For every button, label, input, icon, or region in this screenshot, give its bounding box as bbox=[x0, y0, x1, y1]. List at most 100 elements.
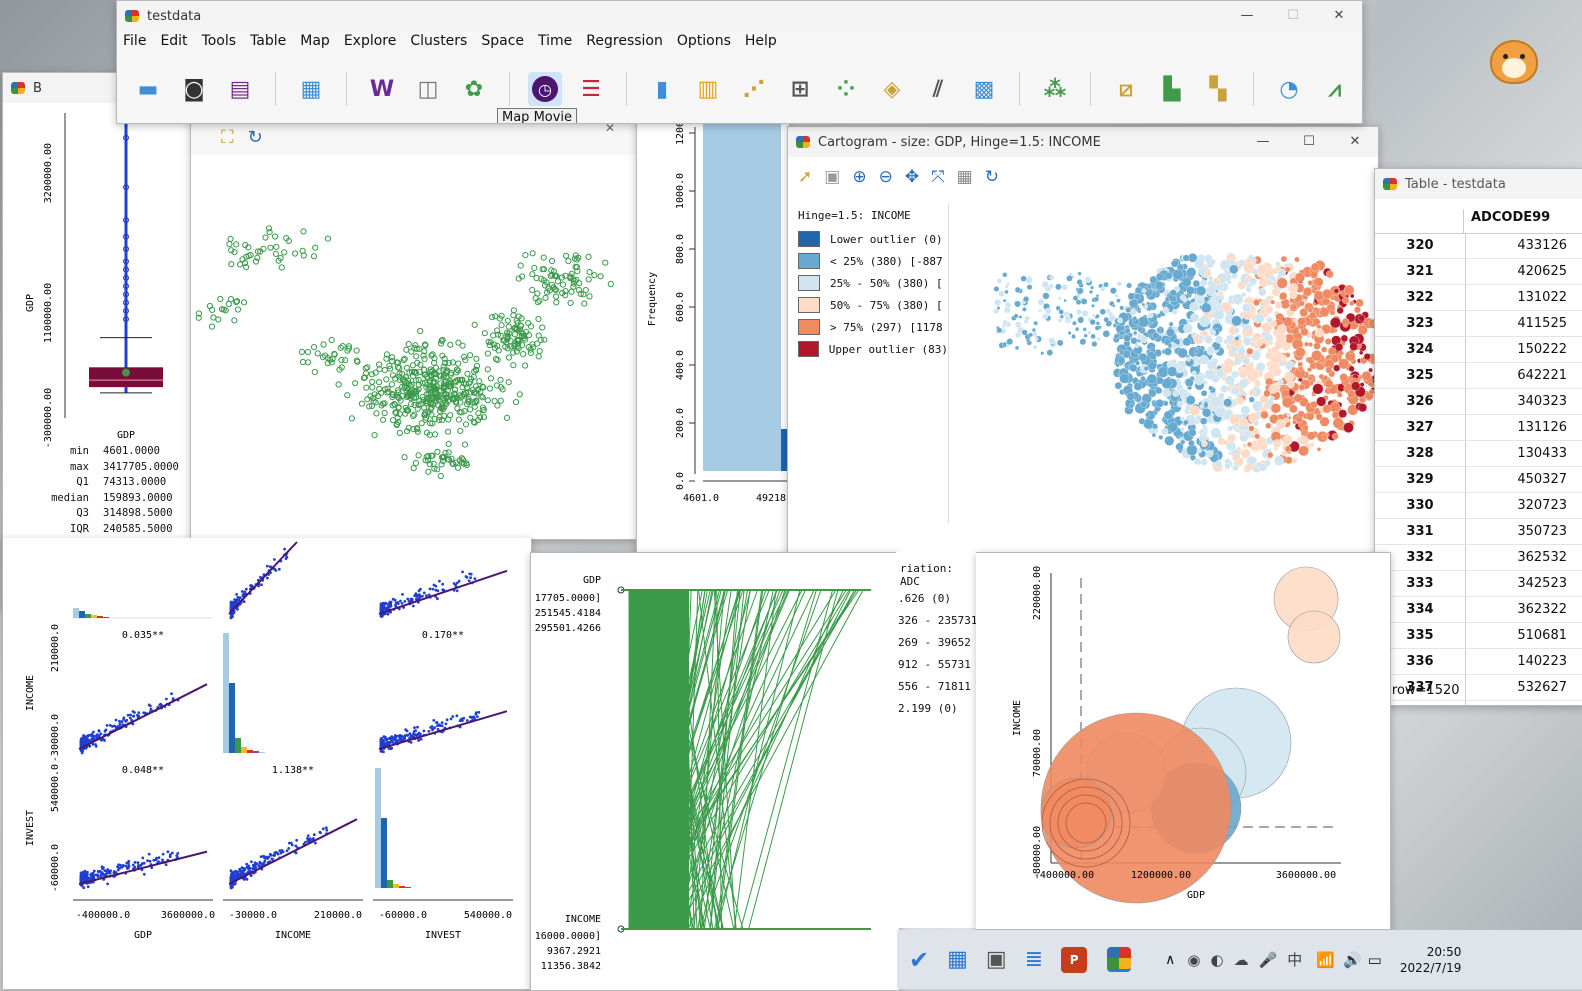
table-cell[interactable]: 642221 bbox=[1466, 363, 1582, 389]
table-row[interactable]: 320433126 bbox=[1375, 233, 1582, 259]
bubble-chart[interactable]: 220000.0070000.00-80000.00INCOME-400000.… bbox=[976, 553, 1390, 929]
menu-table[interactable]: Table bbox=[243, 33, 293, 57]
open-project-icon[interactable]: ▬ bbox=[131, 72, 165, 106]
zoom-out-icon[interactable]: ⊖ bbox=[879, 167, 893, 187]
table-cell[interactable]: 420625 bbox=[1466, 259, 1582, 285]
row-number[interactable]: 320 bbox=[1375, 233, 1466, 259]
table-row[interactable]: 335510681 bbox=[1375, 623, 1582, 649]
parallel-coordinate-plot[interactable]: GDP17705.0000]251545.4184295501.4266INCO… bbox=[531, 553, 899, 990]
wifi-icon[interactable]: 📶 bbox=[1316, 951, 1335, 969]
menu-file[interactable]: File bbox=[117, 33, 153, 57]
table-row[interactable]: 326340323 bbox=[1375, 389, 1582, 415]
table-row[interactable]: 322131022 bbox=[1375, 285, 1582, 311]
table-cell[interactable]: 362532 bbox=[1466, 545, 1582, 571]
menu-options[interactable]: Options bbox=[670, 33, 738, 57]
tray-icons[interactable]: ◉◐☁🎤中 bbox=[1187, 949, 1312, 970]
close-button[interactable]: ✕ bbox=[1316, 1, 1362, 31]
menu-help[interactable]: Help bbox=[738, 33, 784, 57]
close-project-icon[interactable]: ◙ bbox=[177, 72, 211, 106]
close-button[interactable]: ✕ bbox=[1332, 127, 1378, 157]
table-row[interactable]: 331350723 bbox=[1375, 519, 1582, 545]
cartogram-titlebar[interactable]: Cartogram - size: GDP, Hinge=1.5: INCOME… bbox=[788, 127, 1378, 157]
legend-item[interactable]: 25% - 50% (380) [ bbox=[790, 272, 948, 294]
table-row[interactable]: 321420625 bbox=[1375, 259, 1582, 285]
table-cell[interactable]: 130433 bbox=[1466, 441, 1582, 467]
table-cell[interactable]: 342523 bbox=[1466, 571, 1582, 597]
table-cell[interactable]: 510681 bbox=[1466, 623, 1582, 649]
table-cell[interactable]: 140223 bbox=[1466, 649, 1582, 675]
themes-icon[interactable]: ✿ bbox=[457, 72, 491, 106]
menu-map[interactable]: Map bbox=[293, 33, 337, 57]
legend-item[interactable]: Lower outlier (0) bbox=[790, 228, 948, 250]
refresh-icon[interactable]: ↻ bbox=[985, 167, 999, 187]
map-movie-icon[interactable]: ◷ bbox=[528, 72, 562, 106]
table-cell[interactable]: 150222 bbox=[1466, 337, 1582, 363]
3d-plot-icon[interactable]: ◈ bbox=[875, 72, 909, 106]
averages-chart-icon[interactable]: ⩘ bbox=[1318, 72, 1352, 106]
histogram-chart[interactable]: 12001000.0800.0600.0400.0200.00.0 Freque… bbox=[637, 119, 789, 559]
minimize-button[interactable]: — bbox=[1224, 1, 1270, 31]
table-cell[interactable]: 450327 bbox=[1466, 467, 1582, 493]
data-table[interactable]: 3204331263214206253221310223234115253241… bbox=[1375, 233, 1582, 706]
select-icon[interactable]: ➚ bbox=[798, 167, 812, 187]
legend-item[interactable]: < 25% (380) [-887 bbox=[790, 250, 948, 272]
notepad-app-icon[interactable]: ≣ bbox=[1025, 947, 1043, 972]
table-cell[interactable]: 362322 bbox=[1466, 597, 1582, 623]
powerpoint-app-icon[interactable]: P bbox=[1061, 947, 1087, 973]
battery-icon[interactable]: ▭ bbox=[1368, 951, 1382, 969]
map-shape-icon[interactable]: ◫ bbox=[411, 72, 445, 106]
calendar-app-icon[interactable]: ▦ bbox=[947, 947, 968, 972]
menu-space[interactable]: Space bbox=[474, 33, 531, 57]
table-cell[interactable]: 340323 bbox=[1466, 389, 1582, 415]
row-number[interactable]: 327 bbox=[1375, 415, 1466, 441]
tray-chevron-icon[interactable]: ∧ bbox=[1165, 952, 1175, 968]
table-icon[interactable]: ▦ bbox=[294, 72, 328, 106]
time-icon[interactable]: ◔ bbox=[1272, 72, 1306, 106]
table-row[interactable]: 330320723 bbox=[1375, 493, 1582, 519]
scatter-plot-icon[interactable]: ⋰ bbox=[737, 72, 771, 106]
geoda-app-icon[interactable] bbox=[1107, 947, 1131, 972]
zoom-extent-icon[interactable]: ⛶ bbox=[221, 127, 234, 148]
table-cell[interactable]: 320723 bbox=[1466, 493, 1582, 519]
scatter-matrix[interactable]: 0.035**0.170**0.048**1.138**210000.0-300… bbox=[3, 538, 531, 989]
maximize-button[interactable]: ☐ bbox=[1286, 127, 1332, 157]
weights-icon[interactable]: W bbox=[365, 72, 399, 106]
table-cell[interactable]: 350723 bbox=[1466, 519, 1582, 545]
menu-time[interactable]: Time bbox=[531, 33, 579, 57]
row-number[interactable]: 322 bbox=[1375, 285, 1466, 311]
table-cell[interactable]: 131022 bbox=[1466, 285, 1582, 311]
table-row[interactable]: 332362532 bbox=[1375, 545, 1582, 571]
menu-edit[interactable]: Edit bbox=[153, 33, 194, 57]
main-titlebar[interactable]: testdata —☐✕ bbox=[117, 1, 1362, 31]
bubble-chart-icon[interactable]: ⁘ bbox=[829, 72, 863, 106]
full-extent-icon[interactable]: ⤧ bbox=[931, 167, 945, 187]
menu-regression[interactable]: Regression bbox=[579, 33, 670, 57]
volume-icon[interactable]: 🔊 bbox=[1343, 951, 1362, 969]
zoom-in-icon[interactable]: ⊕ bbox=[852, 167, 866, 187]
local-g-icon[interactable]: ▚ bbox=[1201, 72, 1235, 106]
save-icon[interactable]: ▤ bbox=[223, 72, 257, 106]
lisa-icon[interactable]: ▙ bbox=[1155, 72, 1189, 106]
row-number[interactable]: 324 bbox=[1375, 337, 1466, 363]
conditional-plot-icon[interactable]: ▩ bbox=[967, 72, 1001, 106]
basemap-icon[interactable]: ▦ bbox=[957, 167, 973, 187]
table-titlebar[interactable]: Table - testdata bbox=[1375, 169, 1582, 199]
selection-icon[interactable]: ▣ bbox=[824, 167, 840, 187]
menu-explore[interactable]: Explore bbox=[337, 33, 404, 57]
pan-icon[interactable]: ✥ bbox=[905, 167, 919, 187]
table-row[interactable]: 327131126 bbox=[1375, 415, 1582, 441]
clock[interactable]: 20:50 2022/7/19 bbox=[1400, 944, 1462, 976]
table-cell[interactable]: 532627 bbox=[1466, 675, 1582, 701]
row-number[interactable]: 329 bbox=[1375, 467, 1466, 493]
row-number[interactable]: 330 bbox=[1375, 493, 1466, 519]
row-number[interactable]: 326 bbox=[1375, 389, 1466, 415]
legend-item[interactable]: > 75% (297) [1178 bbox=[790, 316, 948, 338]
table-row[interactable]: 333342523 bbox=[1375, 571, 1582, 597]
point-map[interactable] bbox=[191, 159, 637, 519]
table-cell[interactable]: 441223 bbox=[1466, 701, 1582, 707]
cluster-icon[interactable]: ⁂ bbox=[1038, 72, 1072, 106]
moran-scatter-icon[interactable]: ⧄ bbox=[1109, 72, 1143, 106]
legend-item[interactable]: 50% - 75% (380) [ bbox=[790, 294, 948, 316]
table-row[interactable]: 324150222 bbox=[1375, 337, 1582, 363]
row-number[interactable]: 323 bbox=[1375, 311, 1466, 337]
